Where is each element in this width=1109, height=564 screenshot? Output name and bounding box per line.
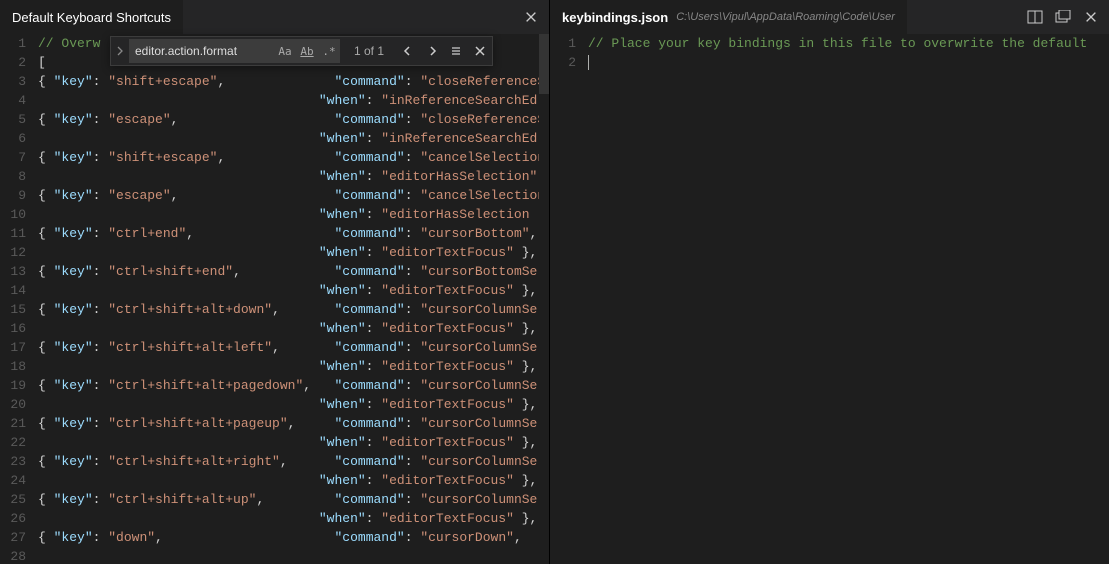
- code-line[interactable]: "when": "editorTextFocus" },: [38, 509, 549, 528]
- right-editor-group: keybindings.json C:\Users\Vipul\AppData\…: [550, 0, 1109, 564]
- match-whole-word-toggle[interactable]: Ab: [297, 41, 317, 61]
- split-editor-icon[interactable]: [1027, 9, 1043, 25]
- code-line[interactable]: { "key": "shift+escape", "command": "clo…: [38, 72, 549, 91]
- close-icon[interactable]: [1083, 9, 1099, 25]
- left-content[interactable]: // Overw[{ "key": "shift+escape", "comma…: [38, 34, 549, 564]
- code-line[interactable]: { "key": "ctrl+shift+alt+pageup", "comma…: [38, 414, 549, 433]
- right-tabbar: keybindings.json C:\Users\Vipul\AppData\…: [550, 0, 1109, 34]
- left-tabbar: Default Keyboard Shortcuts: [0, 0, 549, 34]
- code-line[interactable]: "when": "editorTextFocus" },: [38, 395, 549, 414]
- find-toggle-replace[interactable]: [111, 37, 129, 65]
- code-line[interactable]: "when": "editorTextFocus" },: [38, 357, 549, 376]
- code-line[interactable]: "when": "editorTextFocus" },: [38, 319, 549, 338]
- code-line[interactable]: "when": "inReferenceSearchEd": [38, 129, 549, 148]
- code-line[interactable]: "when": "editorTextFocus" },: [38, 243, 549, 262]
- code-line[interactable]: { "key": "ctrl+shift+alt+right", "comman…: [38, 452, 549, 471]
- find-widget: Aa Ab .* 1 of 1: [110, 36, 493, 66]
- tab-path: C:\Users\Vipul\AppData\Roaming\Code\User: [676, 11, 895, 23]
- open-keyboard-shortcuts-icon[interactable]: [1055, 9, 1071, 25]
- regex-toggle[interactable]: .*: [319, 41, 339, 61]
- left-editor-group: Default Keyboard Shortcuts 1234567891011…: [0, 0, 550, 564]
- find-close-button[interactable]: [470, 41, 490, 61]
- find-next-button[interactable]: [422, 41, 442, 61]
- code-line[interactable]: { "key": "ctrl+shift+alt+left", "command…: [38, 338, 549, 357]
- code-line[interactable]: [588, 53, 1109, 72]
- find-match-count: 1 of 1: [354, 44, 384, 58]
- code-line[interactable]: "when": "inReferenceSearchEd": [38, 91, 549, 110]
- find-options: Aa Ab .*: [274, 39, 340, 63]
- find-in-selection-toggle[interactable]: [446, 41, 466, 61]
- left-gutter: 1234567891011121314151617181920212223242…: [0, 34, 38, 564]
- code-line[interactable]: "when": "editorTextFocus" },: [38, 433, 549, 452]
- match-case-toggle[interactable]: Aa: [275, 41, 295, 61]
- right-gutter: 12: [550, 34, 588, 564]
- code-line[interactable]: { "key": "ctrl+shift+alt+pagedown", "com…: [38, 376, 549, 395]
- code-line[interactable]: "when": "editorTextFocus" },: [38, 281, 549, 300]
- right-content[interactable]: // Place your key bindings in this file …: [588, 34, 1109, 564]
- code-line[interactable]: "when": "editorTextFocus" },: [38, 471, 549, 490]
- code-line[interactable]: { "key": "escape", "command": "closeRefe…: [38, 110, 549, 129]
- left-editor[interactable]: 1234567891011121314151617181920212223242…: [0, 34, 549, 564]
- code-line[interactable]: { "key": "shift+escape", "command": "can…: [38, 148, 549, 167]
- code-line[interactable]: // Place your key bindings in this file …: [588, 34, 1109, 53]
- minimap-thumb[interactable]: [539, 34, 549, 94]
- tab-title: Default Keyboard Shortcuts: [12, 10, 171, 25]
- code-line[interactable]: { "key": "ctrl+shift+alt+up", "command":…: [38, 490, 549, 509]
- code-line[interactable]: "when": "editorHasSelection ": [38, 205, 549, 224]
- left-minimap[interactable]: [539, 34, 549, 564]
- code-line[interactable]: [38, 547, 549, 564]
- close-icon[interactable]: [523, 9, 539, 25]
- tab-title: keybindings.json: [562, 10, 668, 25]
- find-input[interactable]: [129, 39, 274, 63]
- code-line[interactable]: { "key": "escape", "command": "cancelSel…: [38, 186, 549, 205]
- code-line[interactable]: { "key": "ctrl+shift+end", "command": "c…: [38, 262, 549, 281]
- code-line[interactable]: "when": "editorHasSelection",: [38, 167, 549, 186]
- tab-default-keyboard-shortcuts[interactable]: Default Keyboard Shortcuts: [0, 0, 183, 34]
- find-previous-button[interactable]: [398, 41, 418, 61]
- code-line[interactable]: { "key": "down", "command": "cursorDown"…: [38, 528, 549, 547]
- code-line[interactable]: { "key": "ctrl+shift+alt+down", "command…: [38, 300, 549, 319]
- code-line[interactable]: { "key": "ctrl+end", "command": "cursorB…: [38, 224, 549, 243]
- right-editor[interactable]: 12 // Place your key bindings in this fi…: [550, 34, 1109, 564]
- tab-keybindings-json[interactable]: keybindings.json C:\Users\Vipul\AppData\…: [550, 0, 907, 34]
